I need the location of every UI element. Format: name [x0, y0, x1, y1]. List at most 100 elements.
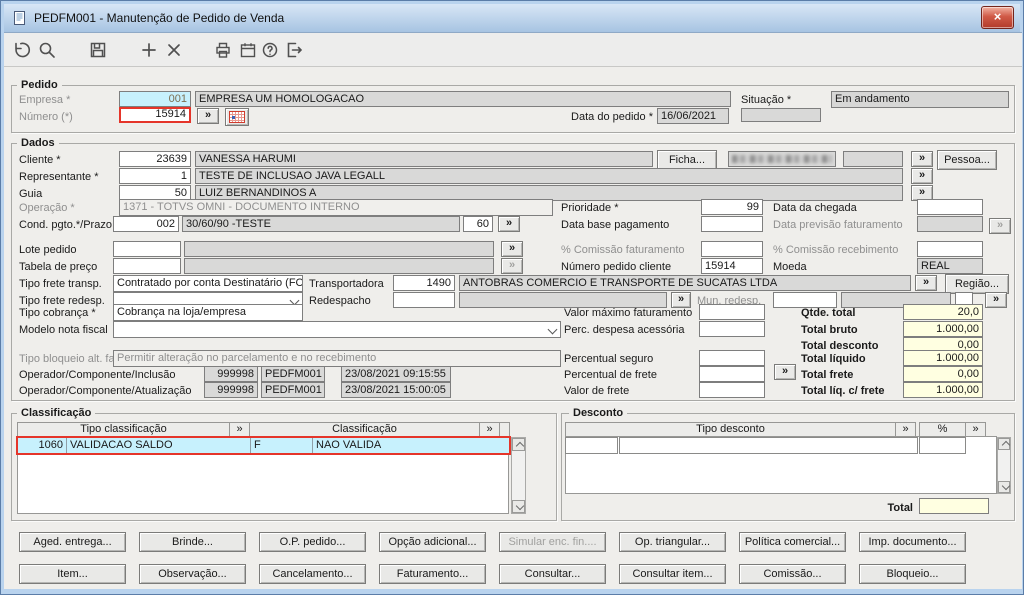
tabela-preco-code-field[interactable]	[113, 258, 181, 274]
lote-more-button[interactable]: »	[501, 241, 523, 257]
numero-more-button[interactable]: »	[197, 108, 219, 124]
desconto-header-more-1[interactable]: »	[895, 422, 916, 437]
classificacao-header-more-2[interactable]: »	[479, 422, 500, 437]
cond-pgto-prazo-field[interactable]: 60	[463, 216, 493, 232]
cancelamento-button[interactable]: Cancelamento...	[259, 564, 366, 584]
scroll-up-icon[interactable]	[998, 438, 1010, 450]
valor-frete-field[interactable]	[699, 382, 765, 398]
total-bruto-label: Total bruto	[801, 323, 858, 337]
desconto-header-pct[interactable]: %	[919, 422, 966, 437]
bloqueio-button[interactable]: Bloqueio...	[859, 564, 966, 584]
mun-redesp-more-button[interactable]: »	[985, 292, 1007, 308]
data-base-label: Data base pagamento	[561, 218, 669, 232]
redespacho-label: Redespacho	[309, 294, 371, 308]
cliente-extra-field	[843, 151, 903, 167]
search-button[interactable]	[37, 40, 57, 60]
data-chegada-label: Data da chegada	[773, 201, 857, 215]
politica-comercial-button[interactable]: Política comercial...	[739, 532, 846, 552]
print-button[interactable]	[213, 40, 233, 60]
calendar-button[interactable]	[238, 40, 258, 60]
transportadora-code-field[interactable]: 1490	[393, 275, 455, 291]
cond-pgto-code-field[interactable]: 002	[113, 216, 179, 232]
exit-button[interactable]	[283, 40, 303, 60]
op-triangular-button[interactable]: Op. triangular...	[619, 532, 726, 552]
data-chegada-field[interactable]	[917, 199, 983, 215]
tabela-preco-more-button: »	[501, 258, 523, 274]
imp-documento-button[interactable]: Imp. documento...	[859, 532, 966, 552]
desconto-row-tipo-cell[interactable]	[619, 437, 918, 454]
situacao-disabled-field	[741, 108, 821, 122]
regiao-button[interactable]: Região...	[945, 274, 1009, 294]
faturamento-button[interactable]: Faturamento...	[379, 564, 486, 584]
classificacao-header-tipo[interactable]: Tipo classificação	[17, 422, 230, 437]
delete-button[interactable]	[164, 40, 184, 60]
opcao-adicional-button[interactable]: Opção adicional...	[379, 532, 486, 552]
representante-more-button[interactable]: »	[911, 168, 933, 184]
classificacao-scrollbar[interactable]	[511, 437, 526, 514]
desconto-header-tipo[interactable]: Tipo desconto	[565, 422, 896, 437]
consultar-button[interactable]: Consultar...	[499, 564, 606, 584]
data-previsao-more-button: »	[989, 218, 1011, 234]
classificacao-row-codigo[interactable]: 1060	[18, 438, 67, 453]
numero-grid-button[interactable]	[225, 108, 249, 126]
perc-frete-field[interactable]	[699, 366, 765, 382]
close-button[interactable]: ×	[981, 6, 1014, 29]
observacao-button[interactable]: Observação...	[139, 564, 246, 584]
pessoa-button[interactable]: Pessoa...	[937, 150, 997, 170]
save-button[interactable]	[88, 40, 108, 60]
numero-field[interactable]: 15914	[119, 107, 191, 123]
classificacao-row-valor[interactable]: NAO VALIDA	[313, 438, 509, 453]
op-inclusao-label: Operador/Componente/Inclusão	[19, 368, 176, 382]
cliente-more-button[interactable]: »	[911, 151, 933, 167]
brinde-button[interactable]: Brinde...	[139, 532, 246, 552]
numero-label: Número (*)	[19, 110, 73, 124]
desconto-header-more-2[interactable]: »	[965, 422, 986, 437]
desconto-total-label: Total	[847, 501, 913, 515]
undo-button[interactable]	[11, 40, 31, 60]
desconto-scrollbar[interactable]	[997, 437, 1011, 494]
classificacao-row-flag[interactable]: F	[251, 438, 313, 453]
ficha-button[interactable]: Ficha...	[657, 150, 717, 170]
classificacao-selected-row[interactable]: 1060 VALIDACAO SALDO F NAO VALIDA	[16, 436, 511, 455]
consultar-item-button[interactable]: Consultar item...	[619, 564, 726, 584]
aged-entrega-button[interactable]: Aged. entrega...	[19, 532, 126, 552]
scroll-up-icon[interactable]	[512, 438, 525, 451]
tipo-bloqueio-dropdown: Permitir alteração no parcelamento e no …	[113, 350, 561, 367]
prioridade-field[interactable]: 99	[701, 199, 763, 215]
situacao-dropdown[interactable]: Em andamento	[831, 91, 1009, 108]
op-atualizacao-componente-field: PEDFM001	[261, 382, 325, 398]
cond-pgto-more-button[interactable]: »	[498, 216, 520, 232]
op-pedido-button[interactable]: O.P. pedido...	[259, 532, 366, 552]
comissao-button[interactable]: Comissão...	[739, 564, 846, 584]
cliente-code-field[interactable]: 23639	[119, 151, 191, 167]
perc-seguro-field[interactable]	[699, 350, 765, 366]
qtde-total-field: 20,0	[903, 304, 983, 320]
modelo-nf-dropdown[interactable]	[113, 321, 561, 338]
num-pedido-cliente-field[interactable]: 15914	[701, 258, 763, 274]
data-base-field[interactable]	[701, 216, 763, 232]
help-button[interactable]	[260, 40, 280, 60]
desconto-row-pct-cell[interactable]	[919, 437, 966, 454]
classificacao-row-tipo[interactable]: VALIDACAO SALDO	[67, 438, 251, 453]
classificacao-header-class[interactable]: Classificação	[249, 422, 480, 437]
redespacho-code-field[interactable]	[393, 292, 455, 308]
transportadora-more-button[interactable]: »	[915, 275, 937, 291]
total-liquido-field: 1.000,00	[903, 350, 983, 366]
scroll-down-icon[interactable]	[998, 481, 1010, 493]
tipo-cobranca-dropdown[interactable]: Cobrança na loja/empresa	[113, 304, 303, 321]
representante-name-field: TESTE DE INCLUSAO JAVA LEGALL	[195, 168, 903, 184]
item-button[interactable]: Item...	[19, 564, 126, 584]
add-button[interactable]	[139, 40, 159, 60]
perc-despesa-field[interactable]	[699, 321, 765, 337]
tipo-frete-transp-dropdown[interactable]: Contratado por conta Destinatário (FC	[113, 275, 303, 292]
desconto-legend: Desconto	[569, 407, 627, 420]
desconto-row-codigo-cell[interactable]	[565, 437, 618, 454]
scroll-down-icon[interactable]	[512, 500, 525, 513]
classificacao-header-more-1[interactable]: »	[229, 422, 250, 437]
qtde-total-label: Qtde. total	[801, 306, 855, 320]
representante-code-field[interactable]: 1	[119, 168, 191, 184]
frete-more-button[interactable]: »	[774, 364, 796, 380]
valor-max-fat-field[interactable]	[699, 304, 765, 320]
empresa-code-field: 001	[119, 91, 191, 107]
lote-code-field[interactable]	[113, 241, 181, 257]
